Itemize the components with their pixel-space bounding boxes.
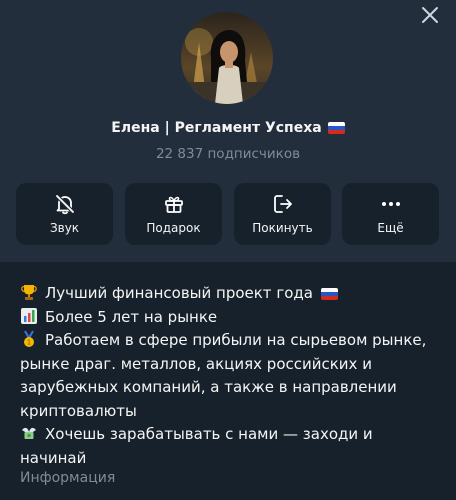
leave-button[interactable]: Покинуть: [234, 183, 331, 245]
close-icon: [422, 7, 438, 23]
medal-icon: 1: [24, 330, 34, 347]
mute-button[interactable]: Звук: [16, 183, 113, 245]
description-line: рынке драг. металлов, акциях российских …: [20, 354, 372, 373]
avatar[interactable]: [181, 12, 273, 104]
description-line: Более 5 лет на рынке: [20, 306, 440, 330]
subscriber-count: 22 837 подписчиков: [155, 146, 301, 162]
description-line: криптовалюты: [20, 401, 137, 420]
leave-icon: [273, 195, 292, 213]
mute-label: Звук: [49, 221, 80, 235]
russia-flag-icon: [327, 122, 345, 134]
info-section-label: Информация: [20, 470, 116, 486]
channel-description: Лучший финансовый проект года Более 5 ле…: [20, 282, 440, 470]
gift-label: Подарок: [146, 221, 201, 235]
chart-icon: [21, 307, 37, 324]
description-line: зарубежных компаний, а также в направлен…: [20, 378, 397, 396]
profile-header: Елена | Регламент Успеха 22 837 подписчи…: [0, 0, 456, 262]
svg-text:1: 1: [27, 339, 31, 347]
money-wings-icon: [22, 427, 36, 439]
gift-icon: [164, 196, 183, 213]
description-line: начинай: [20, 448, 87, 467]
trophy-icon: [21, 285, 37, 300]
description-line: 1 Работаем в сфере прибыли на сырьевом р…: [20, 329, 440, 353]
description-line: Хочешь зарабатывать с нами — заходи и: [20, 423, 440, 447]
leave-label: Покинуть: [252, 221, 313, 235]
more-icon: [381, 202, 400, 206]
description-line: Лучший финансовый проект года: [20, 282, 440, 306]
more-label: Ещё: [377, 221, 404, 235]
close-button[interactable]: [418, 3, 442, 27]
bell-off-icon: [55, 194, 74, 215]
russia-flag-icon: [320, 287, 338, 300]
action-bar: Звук Подарок Покинуть Ещё: [16, 183, 439, 245]
more-button[interactable]: Ещё: [342, 183, 439, 245]
gift-button[interactable]: Подарок: [125, 183, 222, 245]
channel-name: Елена | Регламент Успеха: [0, 120, 456, 136]
